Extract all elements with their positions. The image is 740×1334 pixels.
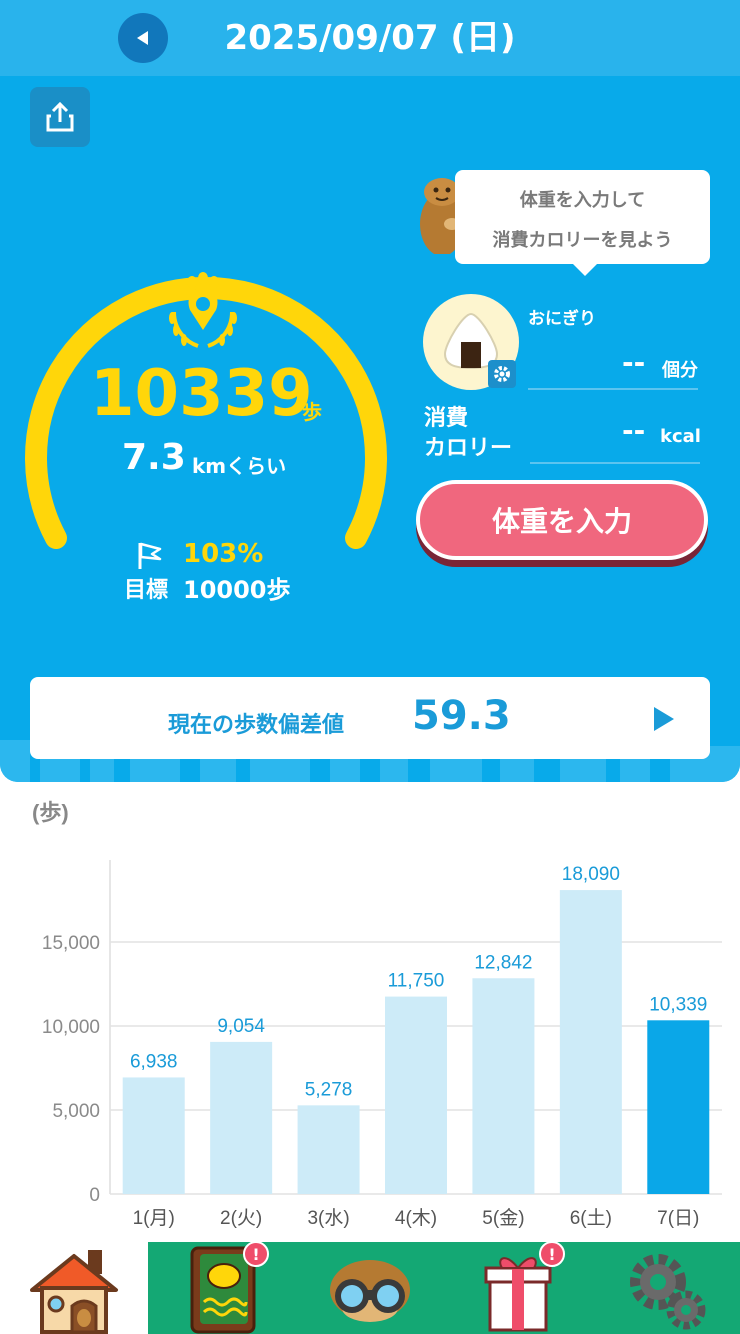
nav-settings[interactable] xyxy=(592,1242,740,1334)
bar-value-label: 18,090 xyxy=(562,864,620,885)
bar-value-label: 10,339 xyxy=(649,994,707,1015)
steps-unit: 歩 xyxy=(302,400,322,424)
calorie-unit: kcal xyxy=(660,426,701,447)
calorie-value: -- xyxy=(622,414,646,447)
nav-explore[interactable] xyxy=(296,1242,444,1334)
deviation-value: 59.3 xyxy=(412,693,511,739)
bar-value-label: 5,278 xyxy=(305,1079,353,1100)
bar-1(月) xyxy=(122,1077,185,1194)
goal-label: 目標 xyxy=(124,578,169,603)
gift-badge: ! xyxy=(548,1245,555,1264)
calorie-label-line2: カロリー xyxy=(424,436,513,461)
share-button[interactable] xyxy=(30,87,90,147)
step-deviation-card[interactable]: 現在の歩数偏差値 59.3 xyxy=(30,677,710,759)
x-tick-label: 3(水) xyxy=(307,1207,349,1229)
bottom-navigation: ! ! xyxy=(0,1242,740,1334)
distance-value: 7.3 xyxy=(122,437,186,478)
gears-icon xyxy=(630,1254,706,1330)
bar-4(木) xyxy=(385,996,447,1194)
gear-icon xyxy=(494,366,510,382)
calorie-label-line1: 消費 xyxy=(424,406,469,431)
x-tick-label: 2(火) xyxy=(220,1208,262,1229)
date-title: 2025/09/07 (日) xyxy=(224,18,516,58)
x-tick-label: 5(金) xyxy=(482,1207,524,1229)
bar-3(水) xyxy=(297,1105,360,1194)
y-tick-label: 5,000 xyxy=(52,1101,100,1122)
y-tick-label: 10,000 xyxy=(42,1017,100,1038)
summary-panel: 10339 歩 7.3 kmくらい 103% 目標 10000歩 体重を入力して… xyxy=(0,76,740,782)
play-arrow-icon xyxy=(654,707,674,731)
bar-2(火) xyxy=(210,1041,273,1194)
calorie-label: 消費 カロリー xyxy=(424,404,512,464)
bar-value-label: 9,054 xyxy=(217,1016,265,1037)
back-button[interactable] xyxy=(118,13,168,63)
bar-5(金) xyxy=(472,978,535,1194)
flag-icon xyxy=(138,542,162,569)
weekly-steps-chart: (歩) 0 5,000 10,000 15,000 6,938 1(月) 9,054 2(火) 5… xyxy=(32,800,722,1229)
steps-count: 10339 xyxy=(90,357,313,431)
goal-percent: 103% xyxy=(183,539,264,569)
distance-unit: kmくらい xyxy=(192,454,287,478)
x-tick-label: 6(土) xyxy=(570,1207,612,1229)
bar-value-label: 11,750 xyxy=(388,971,445,992)
header-bar: 2025/09/07 (日) xyxy=(0,0,740,76)
y-tick-label: 15,000 xyxy=(42,933,100,954)
nav-home[interactable] xyxy=(0,1242,148,1334)
deviation-label: 現在の歩数偏差値 xyxy=(168,713,345,738)
y-tick-label: 0 xyxy=(89,1185,100,1206)
calorie-field: -- kcal xyxy=(530,414,701,464)
bar-value-label: 12,842 xyxy=(474,952,532,973)
footprint-laurel-icon xyxy=(169,272,237,348)
food-name: おにぎり xyxy=(528,309,596,329)
food-equivalent-value: -- xyxy=(622,346,646,379)
nav-diary[interactable]: ! xyxy=(148,1242,296,1334)
food-equivalent-unit: 個分 xyxy=(662,360,698,381)
food-equivalent-field: -- 個分 xyxy=(528,346,698,390)
nav-gift[interactable]: ! xyxy=(444,1242,592,1334)
bar-7(日) xyxy=(647,1020,710,1194)
x-tick-label: 4(木) xyxy=(395,1207,437,1229)
y-axis-unit: (歩) xyxy=(32,800,69,825)
triangle-left-icon xyxy=(137,31,148,45)
goal-value: 10000歩 xyxy=(183,576,291,604)
share-icon xyxy=(46,101,74,132)
hint-line-1: 体重を入力して xyxy=(519,190,646,211)
hint-line-2: 消費カロリーを見よう xyxy=(492,230,673,251)
gift-icon: ! xyxy=(484,1242,565,1332)
bar-value-label: 6,938 xyxy=(130,1051,178,1072)
house-icon xyxy=(30,1250,118,1334)
x-tick-label: 1(月) xyxy=(133,1208,175,1229)
enter-weight-button[interactable]: 体重を入力 xyxy=(416,480,708,560)
bar-6(土) xyxy=(559,890,622,1194)
x-tick-label: 7(日) xyxy=(657,1208,699,1229)
notebook-icon: ! xyxy=(190,1242,269,1334)
food-settings-button[interactable] xyxy=(488,360,516,388)
hint-speech-bubble: 体重を入力して 消費カロリーを見よう xyxy=(455,170,710,276)
diary-badge: ! xyxy=(252,1245,259,1264)
binoculars-icon xyxy=(330,1260,410,1322)
